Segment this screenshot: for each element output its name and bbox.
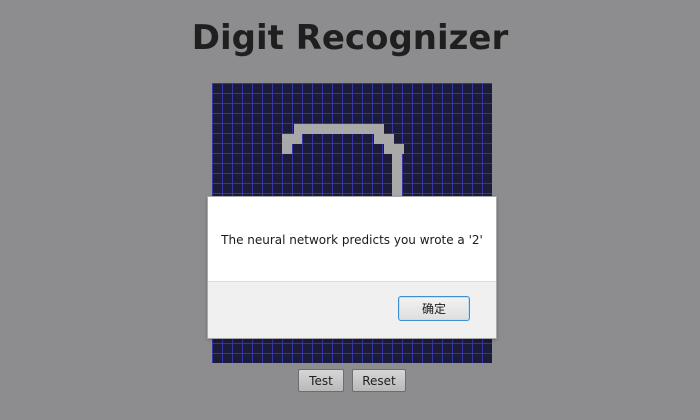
page-title: Digit Recognizer <box>191 18 509 58</box>
drawn-pixel <box>392 154 402 196</box>
drawn-pixel <box>384 144 404 154</box>
drawn-pixel <box>282 144 292 154</box>
reset-button[interactable]: Reset <box>352 369 406 392</box>
test-button[interactable]: Test <box>298 369 344 392</box>
ok-button[interactable]: 确定 <box>398 296 470 321</box>
drawn-pixel <box>374 134 394 144</box>
drawn-pixel <box>294 124 384 134</box>
dialog-message: The neural network predicts you wrote a … <box>221 233 483 247</box>
prediction-dialog: The neural network predicts you wrote a … <box>207 196 497 339</box>
dialog-footer: 确定 <box>208 281 496 338</box>
drawn-pixel <box>282 134 302 144</box>
